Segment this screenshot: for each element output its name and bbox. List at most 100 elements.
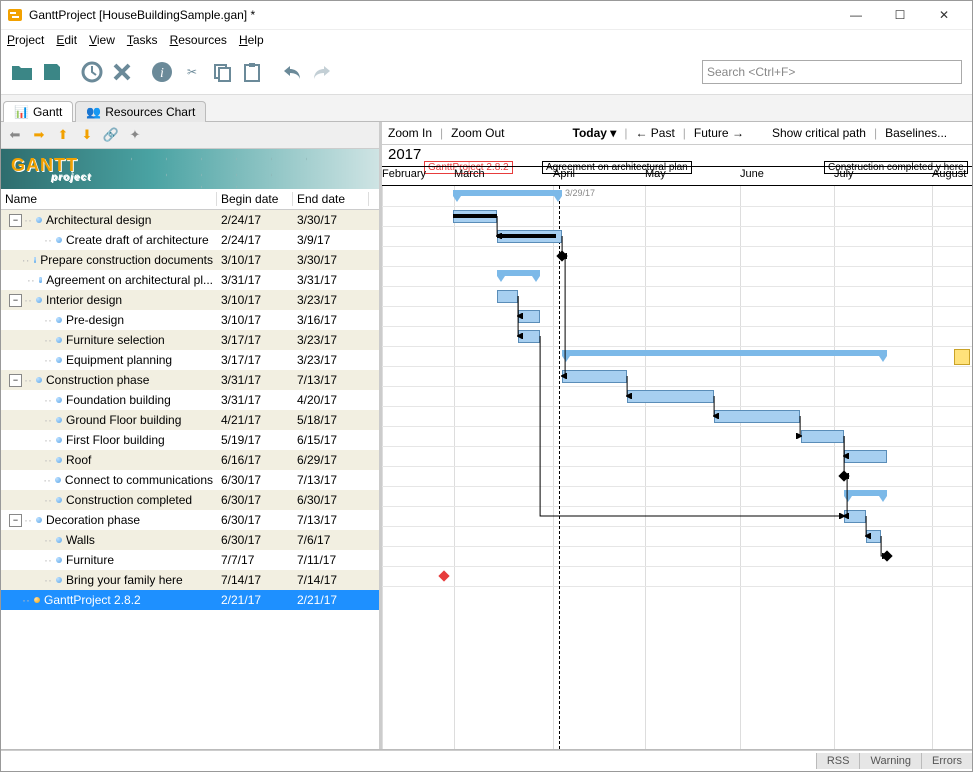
tab-gantt[interactable]: 📊 Gantt [3, 101, 73, 122]
maximize-button[interactable]: ☐ [878, 1, 922, 29]
task-row[interactable]: ··Prepare construction documents3/10/173… [1, 250, 379, 270]
move-up-icon[interactable]: ⬆ [55, 127, 71, 143]
task-row[interactable]: ··Agreement on architectural pl...3/31/1… [1, 270, 379, 290]
critical-path-link[interactable]: Show critical path [772, 126, 866, 140]
task-row[interactable]: ··Furniture7/7/177/11/17 [1, 550, 379, 570]
task-bar[interactable] [844, 510, 866, 523]
menu-resources[interactable]: Resources [170, 33, 227, 47]
task-row[interactable]: ··Connect to communications6/30/177/13/1… [1, 470, 379, 490]
window-title: GanttProject [HouseBuildingSample.gan] * [29, 8, 255, 22]
task-bar[interactable] [714, 410, 800, 423]
summary-bar[interactable] [453, 190, 562, 196]
open-icon[interactable] [11, 61, 33, 83]
task-row[interactable]: −··Decoration phase6/30/177/13/17 [1, 510, 379, 530]
main-split: ⬅ ➡ ⬆ ⬇ 🔗 ✦ GANTTproject Name Begin date… [1, 122, 972, 750]
delete-icon[interactable] [111, 61, 133, 83]
task-bar[interactable] [497, 290, 518, 303]
redo-icon[interactable] [311, 61, 333, 83]
zoom-in-link[interactable]: Zoom In [388, 126, 432, 140]
summary-bar[interactable] [562, 350, 887, 356]
expand-toggle[interactable]: − [9, 294, 22, 307]
task-row[interactable]: ··Walls6/30/177/6/17 [1, 530, 379, 550]
task-end: 6/30/17 [293, 493, 369, 507]
task-bar[interactable] [627, 390, 714, 403]
task-name: Furniture selection [66, 333, 165, 347]
task-row[interactable]: ··Furniture selection3/17/173/23/17 [1, 330, 379, 350]
close-button[interactable]: ✕ [922, 1, 966, 29]
task-bar[interactable] [518, 330, 540, 343]
task-bar[interactable] [844, 450, 887, 463]
month-label: June [740, 168, 764, 180]
zoom-out-link[interactable]: Zoom Out [451, 126, 504, 140]
task-name: Walls [66, 533, 95, 547]
move-down-icon[interactable]: ⬇ [79, 127, 95, 143]
status-rss[interactable]: RSS [816, 753, 860, 769]
menu-help[interactable]: Help [239, 33, 264, 47]
status-warning[interactable]: Warning [859, 753, 921, 769]
menu-project[interactable]: Project [7, 33, 44, 47]
nav-forward-icon[interactable]: ➡ [31, 127, 47, 143]
task-name: Construction phase [46, 373, 149, 387]
month-scale: FebruaryMarchAprilMayJuneJulyAugust [382, 166, 972, 185]
task-row[interactable]: ··GanttProject 2.8.22/21/172/21/17 [1, 590, 379, 610]
month-label: March [454, 168, 485, 180]
cut-icon[interactable]: ✂ [181, 61, 203, 83]
task-begin: 6/30/17 [217, 513, 293, 527]
tab-resources[interactable]: 👥 Resources Chart [75, 101, 206, 122]
menu-tasks[interactable]: Tasks [127, 33, 158, 47]
status-errors[interactable]: Errors [921, 753, 972, 769]
task-end: 7/14/17 [293, 573, 369, 587]
menu-edit[interactable]: Edit [56, 33, 77, 47]
task-row[interactable]: ··Bring your family here7/14/177/14/17 [1, 570, 379, 590]
task-table[interactable]: Name Begin date End date −··Architectura… [1, 189, 379, 749]
month-label: July [834, 168, 854, 180]
paste-icon[interactable] [241, 61, 263, 83]
th-end[interactable]: End date [293, 192, 369, 206]
undo-icon[interactable] [281, 61, 303, 83]
th-begin[interactable]: Begin date [217, 192, 293, 206]
task-bar[interactable] [801, 430, 844, 443]
task-end: 3/23/17 [293, 353, 369, 367]
task-row[interactable]: ··First Floor building5/19/176/15/17 [1, 430, 379, 450]
task-end: 3/31/17 [293, 273, 369, 287]
recent-icon[interactable] [81, 61, 103, 83]
task-row[interactable]: ··Construction completed6/30/176/30/17 [1, 490, 379, 510]
task-bar[interactable] [866, 530, 881, 543]
unlink-icon[interactable]: ✦ [127, 127, 143, 143]
nav-back-icon[interactable]: ⬅ [7, 127, 23, 143]
menu-view[interactable]: View [89, 33, 115, 47]
task-row[interactable]: ··Pre-design3/10/173/16/17 [1, 310, 379, 330]
today-link[interactable]: Today ▾ [573, 126, 617, 140]
task-toolbar: ⬅ ➡ ⬆ ⬇ 🔗 ✦ [1, 122, 379, 149]
search-input[interactable]: Search <Ctrl+F> [702, 60, 962, 84]
gantt-canvas[interactable]: 3/29/17 [382, 186, 972, 749]
future-link[interactable]: Future → [694, 126, 744, 140]
task-row[interactable]: ··Create draft of architecture2/24/173/9… [1, 230, 379, 250]
task-end: 3/23/17 [293, 333, 369, 347]
task-row[interactable]: ··Roof6/16/176/29/17 [1, 450, 379, 470]
task-name: First Floor building [66, 433, 165, 447]
expand-toggle[interactable]: − [9, 214, 22, 227]
minimize-button[interactable]: — [834, 1, 878, 29]
task-row[interactable]: ··Ground Floor building4/21/175/18/17 [1, 410, 379, 430]
task-bullet-icon [36, 217, 42, 223]
th-name[interactable]: Name [1, 192, 217, 206]
task-row[interactable]: −··Interior design3/10/173/23/17 [1, 290, 379, 310]
task-row[interactable]: −··Architectural design2/24/173/30/17 [1, 210, 379, 230]
save-icon[interactable] [41, 61, 63, 83]
link-icon[interactable]: 🔗 [103, 127, 119, 143]
note-icon[interactable] [954, 349, 970, 365]
task-bullet-icon [56, 437, 62, 443]
task-row[interactable]: −··Construction phase3/31/177/13/17 [1, 370, 379, 390]
copy-icon[interactable] [211, 61, 233, 83]
task-row[interactable]: ··Foundation building3/31/174/20/17 [1, 390, 379, 410]
task-bar[interactable] [518, 310, 540, 323]
expand-toggle[interactable]: − [9, 374, 22, 387]
expand-toggle[interactable]: − [9, 514, 22, 527]
baselines-link[interactable]: Baselines... [885, 126, 947, 140]
past-link[interactable]: ← Past [635, 126, 674, 140]
task-begin: 3/10/17 [217, 313, 293, 327]
task-row[interactable]: ··Equipment planning3/17/173/23/17 [1, 350, 379, 370]
info-icon[interactable]: i [151, 61, 173, 83]
task-bar[interactable] [562, 370, 627, 383]
